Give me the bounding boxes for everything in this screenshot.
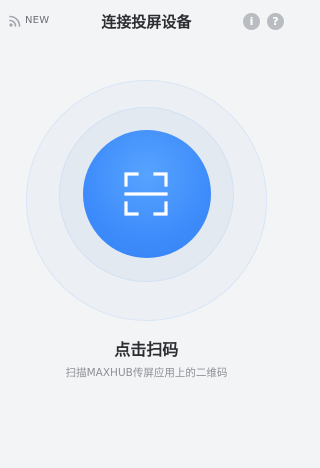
scan-button[interactable] — [83, 130, 211, 258]
info-icon[interactable]: i — [243, 13, 260, 30]
scan-action-description: 扫描MAXHUB传屏应用上的二维码 — [65, 367, 228, 379]
header-bar: NEW 连接投屏设备 i ? — [0, 0, 293, 44]
help-icon[interactable]: ? — [267, 13, 284, 30]
scan-frame-icon — [124, 172, 168, 216]
scan-action-title: 点击扫码 — [114, 340, 179, 359]
